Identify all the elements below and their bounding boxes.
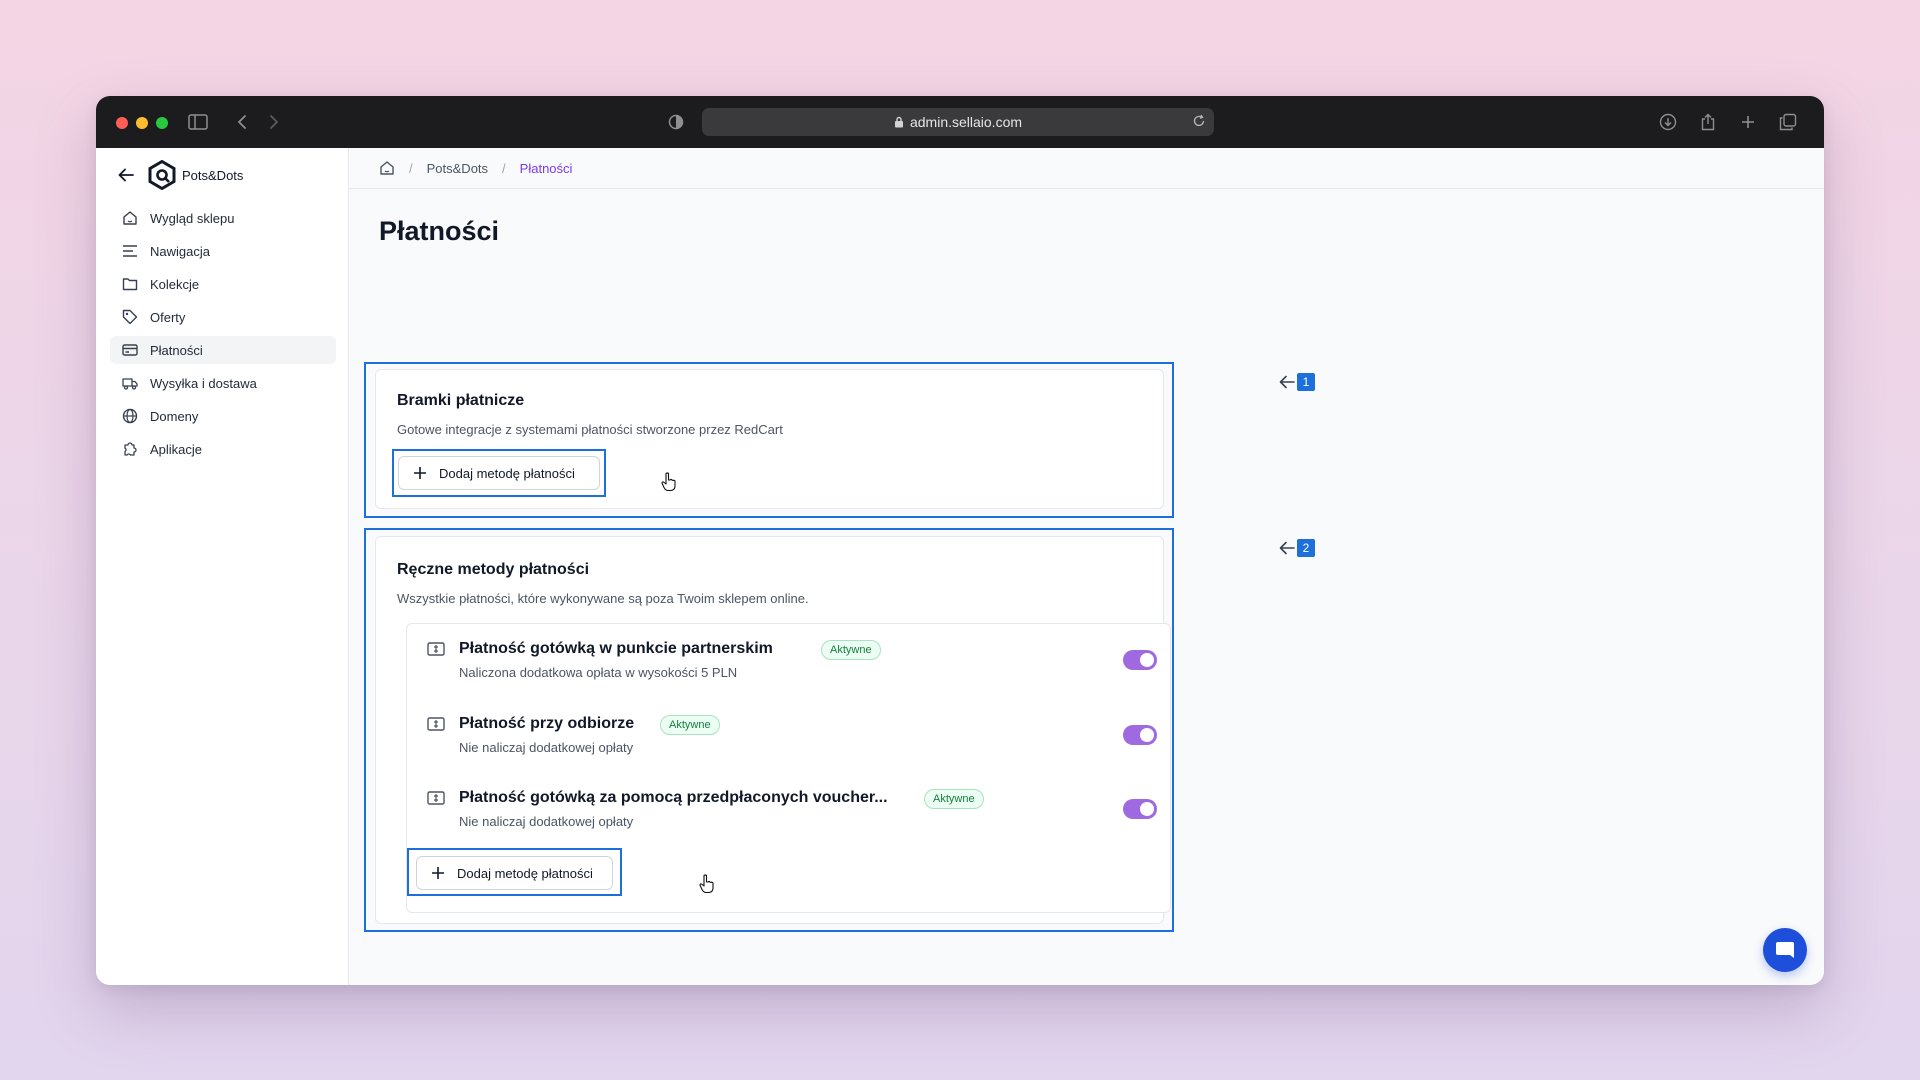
sidebar-item-nawigacja[interactable]: Nawigacja xyxy=(110,237,336,265)
plus-icon xyxy=(431,866,445,880)
toggle-knob xyxy=(1140,802,1154,816)
sidebar-item-label: Oferty xyxy=(150,309,186,325)
close-window-button[interactable] xyxy=(116,117,128,129)
page-title: Płatności xyxy=(379,216,500,246)
callout-2: 2 xyxy=(1279,539,1315,557)
add-manual-method-button[interactable]: Dodaj metodę płatności xyxy=(416,856,613,890)
store-header: Pots&Dots xyxy=(118,160,243,190)
url-text: admin.sellaio.com xyxy=(909,114,1023,130)
status-badge: Aktywne xyxy=(821,640,881,660)
add-gateway-button-label: Dodaj metodę płatności xyxy=(439,465,575,481)
sidebar-toggle-icon[interactable] xyxy=(186,110,210,134)
home-icon[interactable] xyxy=(379,160,395,176)
browser-toolbar: admin.sellaio.com xyxy=(96,96,1824,148)
sidebar-item-label: Domeny xyxy=(150,408,199,424)
minimize-window-button[interactable] xyxy=(136,117,148,129)
sidebar-item-label: Nawigacja xyxy=(150,243,210,259)
cash-icon xyxy=(427,642,445,656)
method-name: Płatność przy odbiorze xyxy=(459,715,635,732)
hand-cursor-icon xyxy=(699,874,715,899)
credit-card-icon xyxy=(122,342,138,358)
add-manual-method-button-label: Dodaj metodę płatności xyxy=(457,865,593,881)
breadcrumb-separator: / xyxy=(409,160,413,176)
callout-number: 1 xyxy=(1297,373,1315,391)
reload-icon[interactable] xyxy=(1192,114,1206,131)
window-controls xyxy=(116,117,168,129)
sidebar-item-label: Płatności xyxy=(150,342,203,358)
sidebar-item-wyglad-sklepu[interactable]: Wygląd sklepu xyxy=(110,204,336,232)
sidebar-item-label: Wygląd sklepu xyxy=(150,210,235,226)
globe-icon xyxy=(122,408,138,424)
list-item: Płatność gotówką w punkcie partnerskim A… xyxy=(427,640,1157,690)
truck-icon xyxy=(122,375,138,391)
status-badge: Aktywne xyxy=(924,789,984,809)
sidebar-item-label: Kolekcje xyxy=(150,276,200,292)
sidebar-item-aplikacje[interactable]: Aplikacje xyxy=(110,435,336,463)
breadcrumb-current: Płatności xyxy=(519,160,573,176)
toggle-knob xyxy=(1140,653,1154,667)
sidebar-item-platnosci[interactable]: Płatności xyxy=(110,336,336,364)
callout-1: 1 xyxy=(1279,373,1315,391)
gateways-title: Bramki płatnicze xyxy=(397,392,525,409)
back-arrow-icon[interactable] xyxy=(118,168,134,182)
browser-window: admin.sellaio.com Pots&Dots Wygląd sklep… xyxy=(96,96,1824,985)
manual-subtitle: Wszystkie płatności, które wykonywane są… xyxy=(397,591,809,606)
store-name: Pots&Dots xyxy=(182,167,244,183)
add-gateway-button[interactable]: Dodaj metodę płatności xyxy=(398,456,600,490)
forward-icon[interactable] xyxy=(262,110,286,134)
list-item: Płatność gotówką za pomocą przedpłaconyc… xyxy=(427,789,1157,839)
gateways-subtitle: Gotowe integracje z systemami płatności … xyxy=(397,422,783,437)
main-content: / Pots&Dots / Płatności Płatności Bramki… xyxy=(349,148,1824,985)
toggle-knob xyxy=(1140,728,1154,742)
home-icon xyxy=(122,210,138,226)
sidebar-item-wysylka-i-dostawa[interactable]: Wysyłka i dostawa xyxy=(110,369,336,397)
method-toggle[interactable] xyxy=(1123,650,1157,670)
cash-icon xyxy=(427,717,445,731)
plus-icon xyxy=(413,466,427,480)
tag-icon xyxy=(122,309,138,325)
method-name: Płatność gotówką w punkcie partnerskim xyxy=(459,640,773,657)
cash-icon xyxy=(427,791,445,805)
hand-cursor-icon xyxy=(661,472,677,497)
breadcrumb: / Pots&Dots / Płatności xyxy=(349,148,1824,189)
method-description: Nie naliczaj dodatkowej opłaty xyxy=(459,740,634,755)
arrow-left-icon xyxy=(1279,541,1295,555)
callout-number: 2 xyxy=(1297,539,1315,557)
method-toggle[interactable] xyxy=(1123,799,1157,819)
sidebar-item-label: Wysyłka i dostawa xyxy=(150,375,257,391)
method-description: Naliczona dodatkowa opłata w wysokości 5… xyxy=(459,665,738,680)
menu-lines-icon xyxy=(122,243,138,259)
method-name: Płatność gotówką za pomocą przedpłaconyc… xyxy=(459,789,888,806)
arrow-left-icon xyxy=(1279,375,1295,389)
sidebar-item-kolekcje[interactable]: Kolekcje xyxy=(110,270,336,298)
sidebar-item-label: Aplikacje xyxy=(150,441,203,457)
tab-overview-icon[interactable] xyxy=(1776,110,1800,134)
share-icon[interactable] xyxy=(1696,110,1720,134)
method-toggle[interactable] xyxy=(1123,725,1157,745)
sidebar-item-oferty[interactable]: Oferty xyxy=(110,303,336,331)
method-description: Nie naliczaj dodatkowej opłaty xyxy=(459,814,634,829)
manual-title: Ręczne metody płatności xyxy=(397,561,590,578)
chat-support-button[interactable] xyxy=(1763,928,1807,972)
sidebar-nav: Wygląd sklepu Nawigacja Kolekcje Oferty … xyxy=(110,204,336,468)
back-icon[interactable] xyxy=(230,110,254,134)
store-logo-icon xyxy=(148,160,176,190)
download-icon[interactable] xyxy=(1656,110,1680,134)
breadcrumb-store-link[interactable]: Pots&Dots xyxy=(427,161,488,176)
maximize-window-button[interactable] xyxy=(156,117,168,129)
lock-icon xyxy=(894,116,904,128)
status-badge: Aktywne xyxy=(660,715,720,735)
chat-bubble-icon xyxy=(1774,939,1796,961)
privacy-shield-icon[interactable] xyxy=(664,110,688,134)
new-tab-icon[interactable] xyxy=(1736,110,1760,134)
folder-icon xyxy=(122,276,138,292)
list-item: Płatność przy odbiorze Aktywne Nie nalic… xyxy=(427,715,1157,765)
puzzle-icon xyxy=(122,441,138,457)
breadcrumb-separator: / xyxy=(502,160,506,176)
address-bar[interactable]: admin.sellaio.com xyxy=(702,108,1214,136)
sidebar-item-domeny[interactable]: Domeny xyxy=(110,402,336,430)
sidebar: Pots&Dots Wygląd sklepu Nawigacja Kolekc… xyxy=(96,148,349,985)
